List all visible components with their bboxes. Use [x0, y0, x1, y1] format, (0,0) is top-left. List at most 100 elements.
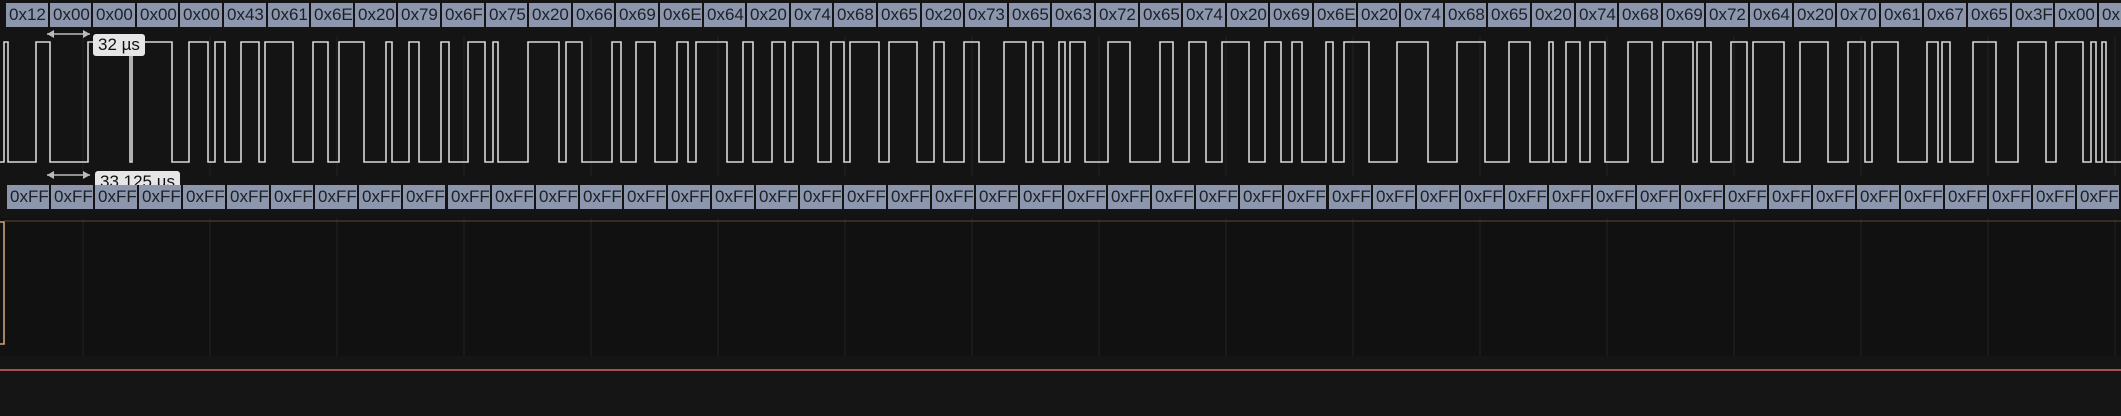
digital-channel-lane[interactable]: 32 µs 33.125 µs: [0, 30, 2121, 193]
decoded-byte-cell[interactable]: 0x64: [702, 3, 746, 27]
decoded-byte-cell[interactable]: 0x00: [178, 3, 222, 27]
decoded-byte-cell[interactable]: 0x12: [4, 3, 48, 27]
decoded-byte-cell[interactable]: 0xFF: [1062, 185, 1106, 209]
decoded-byte-cell[interactable]: 0x20: [353, 3, 397, 27]
decoded-byte-cell[interactable]: 0xFF: [313, 185, 357, 209]
decoded-byte-cell[interactable]: 0x74: [1574, 3, 1618, 27]
decoded-byte-cell[interactable]: 0xFF: [490, 185, 534, 209]
decoded-byte-cell[interactable]: 0x20: [745, 3, 789, 27]
decoded-byte-cell[interactable]: 0x65: [1966, 3, 2010, 27]
decoded-byte-cell[interactable]: 0x20: [1530, 3, 1574, 27]
decoded-byte-cell[interactable]: 0x61: [1879, 3, 1923, 27]
decoded-byte-cell[interactable]: 0x65: [1138, 3, 1182, 27]
decoded-byte-cell[interactable]: 0xFF: [1635, 185, 1679, 209]
decoded-byte-cell[interactable]: 0x68: [1443, 3, 1487, 27]
decoded-byte-cell[interactable]: 0xFF: [93, 185, 137, 209]
decoded-byte-cell[interactable]: 0x63: [1050, 3, 1094, 27]
decoded-byte-cell[interactable]: 0xFF: [2075, 185, 2119, 209]
decoded-byte-cell[interactable]: 0x00: [2053, 3, 2097, 27]
decoded-byte-cell[interactable]: 0x43: [222, 3, 266, 27]
decoded-byte-cell[interactable]: 0xFF: [710, 185, 754, 209]
decoded-byte-cell[interactable]: 0x64: [1748, 3, 1792, 27]
decoded-byte-cell[interactable]: 0x70: [1835, 3, 1879, 27]
decoded-byte-cell[interactable]: 0x00: [135, 3, 179, 27]
decoded-byte-cell[interactable]: 0x67: [1922, 3, 1966, 27]
decoded-byte-cell[interactable]: 0xFF: [578, 185, 622, 209]
decoded-byte-cell[interactable]: 0xFF: [1547, 185, 1591, 209]
decoded-byte-cell[interactable]: 0x00: [91, 3, 135, 27]
decoded-byte-cell[interactable]: 0x74: [1399, 3, 1443, 27]
decoded-byte-cell[interactable]: 0xFF: [1282, 185, 1326, 209]
decoded-byte-cell[interactable]: 0x75: [484, 3, 528, 27]
decoded-byte-cell[interactable]: 0x65: [1007, 3, 1051, 27]
decoded-byte-cell[interactable]: 0xFF: [1811, 185, 1855, 209]
decoded-byte-cell[interactable]: 0xFF: [1503, 185, 1547, 209]
decoded-byte-cell[interactable]: 0xFF: [1018, 185, 1062, 209]
decoded-byte-cell[interactable]: 0x69: [1268, 3, 1312, 27]
decoded-byte-cell[interactable]: 0x79: [396, 3, 440, 27]
decoded-byte-cell[interactable]: 0xFF: [1106, 185, 1150, 209]
decoded-byte-cell[interactable]: 0xFF: [401, 185, 445, 209]
decoded-byte-cell[interactable]: 0xFF: [666, 185, 710, 209]
decoded-byte-cell[interactable]: 0xFF: [798, 185, 842, 209]
decoded-byte-cell[interactable]: 0x68: [832, 3, 876, 27]
decoded-byte-cell[interactable]: 0x66: [571, 3, 615, 27]
decoded-byte-cell[interactable]: 0xFF: [137, 185, 181, 209]
decoded-byte-cell[interactable]: 0xFF: [181, 185, 225, 209]
decoded-byte-cell[interactable]: 0x6E: [1312, 3, 1356, 27]
decoded-byte-cell[interactable]: 0x20: [1792, 3, 1836, 27]
decoded-byte-cell[interactable]: 0x72: [1704, 3, 1748, 27]
decoded-byte-cell[interactable]: 0x65: [876, 3, 920, 27]
decoded-byte-cell[interactable]: 0xFF: [1855, 185, 1899, 209]
analog-channel-lane[interactable]: [0, 218, 2121, 356]
decoded-byte-cell[interactable]: 0x74: [1181, 3, 1225, 27]
decoded-byte-cell[interactable]: 0xFF: [1238, 185, 1282, 209]
decoded-byte-cell[interactable]: 0xFF: [1943, 185, 1987, 209]
decoded-byte-cell[interactable]: 0xFF: [842, 185, 886, 209]
decoded-byte-cell[interactable]: 0x69: [1661, 3, 1705, 27]
decoded-byte-cell[interactable]: 0xFF: [446, 185, 490, 209]
decoded-byte-cell[interactable]: 0xFF: [622, 185, 666, 209]
decoded-byte-cell[interactable]: 0x74: [789, 3, 833, 27]
decoded-byte-cell[interactable]: 0xFF: [886, 185, 930, 209]
decoded-byte-cell[interactable]: 0x: [2097, 3, 2121, 27]
decoded-byte-cell[interactable]: 0xFF: [534, 185, 578, 209]
decoded-byte-cell[interactable]: 0x72: [1094, 3, 1138, 27]
decoded-byte-cell[interactable]: 0x6F: [440, 3, 484, 27]
decoded-byte-cell[interactable]: 0xFF: [269, 185, 313, 209]
decoded-byte-cell[interactable]: 0x00: [48, 3, 92, 27]
decoded-byte-cell[interactable]: 0xFF: [754, 185, 798, 209]
decoded-byte-cell[interactable]: 0x69: [614, 3, 658, 27]
decoded-byte-cell[interactable]: 0xFF: [1194, 185, 1238, 209]
decoded-byte-cell[interactable]: 0x73: [963, 3, 1007, 27]
decoded-byte-cell[interactable]: 0x68: [1617, 3, 1661, 27]
decoded-byte-cell[interactable]: 0xFF: [1327, 185, 1371, 209]
decoded-byte-cell[interactable]: 0x3F: [2010, 3, 2054, 27]
decoded-byte-cell[interactable]: 0xFF: [1899, 185, 1943, 209]
decoded-byte-cell[interactable]: 0xFF: [2031, 185, 2075, 209]
decoded-byte-cell[interactable]: 0x20: [1356, 3, 1400, 27]
decoded-byte-cell[interactable]: 0xFF: [1767, 185, 1811, 209]
decoded-byte-cell[interactable]: 0xFF: [49, 185, 93, 209]
decoded-byte-cell[interactable]: 0x20: [1225, 3, 1269, 27]
decoded-byte-cell[interactable]: 0xFF: [1150, 185, 1194, 209]
decoded-byte-cell[interactable]: 0xFF: [1459, 185, 1503, 209]
decoded-byte-cell[interactable]: 0xFF: [1591, 185, 1635, 209]
decoded-byte-cell[interactable]: 0x6E: [658, 3, 702, 27]
decoded-byte-cell[interactable]: 0x65: [1486, 3, 1530, 27]
decoded-byte-cell[interactable]: 0x20: [527, 3, 571, 27]
decoded-byte-cell[interactable]: 0x61: [266, 3, 310, 27]
decoded-byte-cell[interactable]: 0xFF: [930, 185, 974, 209]
decoded-byte-cell[interactable]: 0xFF: [1371, 185, 1415, 209]
decoded-byte-cell[interactable]: 0xFF: [1723, 185, 1767, 209]
decoded-byte-cell[interactable]: 0xFF: [5, 185, 49, 209]
decoded-byte-cell[interactable]: 0x20: [920, 3, 964, 27]
decoded-byte-cell[interactable]: 0xFF: [225, 185, 269, 209]
decoded-byte-cell[interactable]: 0xFF: [974, 185, 1018, 209]
trigger-threshold-lane[interactable]: [0, 356, 2121, 416]
decoded-byte-cell[interactable]: 0xFF: [1415, 185, 1459, 209]
decoded-byte-cell[interactable]: 0xFF: [357, 185, 401, 209]
decoded-byte-cell[interactable]: 0xFF: [1679, 185, 1723, 209]
decoded-byte-cell[interactable]: 0xFF: [1987, 185, 2031, 209]
decoded-byte-cell[interactable]: 0x6E: [309, 3, 353, 27]
